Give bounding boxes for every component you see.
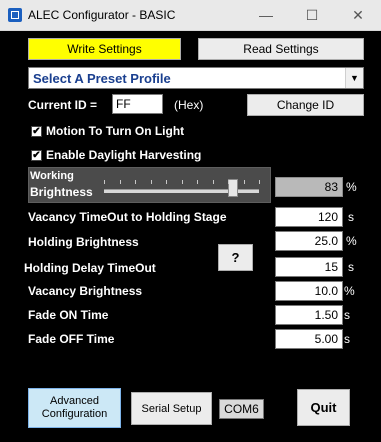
app-icon — [8, 8, 22, 22]
minimize-button[interactable]: — — [243, 0, 289, 30]
daylight-harvesting-checkbox[interactable]: ✔ — [31, 150, 42, 161]
vacancy-timeout-unit: s — [348, 210, 354, 224]
working-brightness-label-line2: Brightness — [30, 185, 93, 199]
holding-delay-unit: s — [348, 260, 354, 274]
advanced-configuration-line2: Configuration — [41, 408, 108, 420]
slider-tick — [228, 180, 229, 184]
slider-tick — [104, 180, 105, 184]
vacancy-brightness-field[interactable]: 10.0 — [275, 281, 343, 301]
holding-brightness-label: Holding Brightness — [28, 235, 139, 249]
working-brightness-panel: Working Brightness — [28, 167, 271, 203]
slider-tick — [166, 180, 167, 184]
hex-label: (Hex) — [174, 98, 204, 112]
fade-on-unit: s — [344, 308, 350, 322]
slider-tick — [182, 180, 183, 184]
chevron-down-icon[interactable]: ▼ — [345, 68, 363, 88]
holding-brightness-field[interactable]: 25.0 — [275, 231, 343, 251]
slider-tick — [259, 180, 260, 184]
daylight-harvesting-label: Enable Daylight Harvesting — [46, 148, 202, 162]
write-settings-button[interactable]: Write Settings — [28, 38, 181, 60]
working-brightness-label-line1: Working — [30, 170, 74, 182]
slider-tick — [213, 180, 214, 184]
slider-tick — [135, 180, 136, 184]
advanced-configuration-button[interactable]: Advanced Configuration — [28, 388, 121, 428]
vacancy-brightness-unit: % — [344, 284, 355, 298]
current-id-label: Current ID = — [28, 98, 98, 112]
close-button[interactable]: ✕ — [335, 0, 381, 30]
motion-label: Motion To Turn On Light — [46, 124, 185, 138]
vacancy-timeout-label: Vacancy TimeOut to Holding Stage — [28, 210, 227, 224]
title-bar: ALEC Configurator - BASIC — ☐ ✕ — [0, 0, 381, 31]
advanced-configuration-line1: Advanced — [50, 395, 99, 407]
window-title: ALEC Configurator - BASIC — [28, 8, 176, 22]
maximize-button[interactable]: ☐ — [289, 0, 335, 30]
slider-tick — [197, 180, 198, 184]
holding-delay-label: Holding Delay TimeOut — [24, 261, 156, 275]
slider-tick — [151, 180, 152, 184]
motion-checkbox[interactable]: ✔ — [31, 126, 42, 137]
fade-off-label: Fade OFF Time — [28, 332, 115, 346]
fade-on-field[interactable]: 1.50 — [275, 305, 343, 325]
quit-button[interactable]: Quit — [297, 389, 350, 426]
preset-profile-value: Select A Preset Profile — [33, 71, 171, 86]
change-id-button[interactable]: Change ID — [247, 94, 364, 116]
current-id-field[interactable]: FF — [112, 94, 163, 114]
vacancy-brightness-label: Vacancy Brightness — [28, 284, 143, 298]
fade-off-unit: s — [344, 332, 350, 346]
holding-brightness-unit: % — [346, 234, 357, 248]
serial-setup-button[interactable]: Serial Setup — [131, 392, 212, 425]
slider-tick — [244, 180, 245, 184]
fade-off-field[interactable]: 5.00 — [275, 329, 343, 349]
com-port-display: COM6 — [219, 399, 264, 419]
holding-delay-field[interactable]: 15 — [275, 257, 343, 277]
fade-on-label: Fade ON Time — [28, 308, 109, 322]
preset-profile-select[interactable]: Select A Preset Profile ▼ — [28, 67, 364, 89]
read-settings-button[interactable]: Read Settings — [198, 38, 364, 60]
working-brightness-value: 83 — [275, 177, 343, 197]
working-brightness-slider-thumb[interactable] — [227, 179, 238, 197]
help-button[interactable]: ? — [218, 244, 253, 271]
working-brightness-unit: % — [346, 180, 357, 194]
slider-tick — [120, 180, 121, 184]
vacancy-timeout-field[interactable]: 120 — [275, 207, 343, 227]
